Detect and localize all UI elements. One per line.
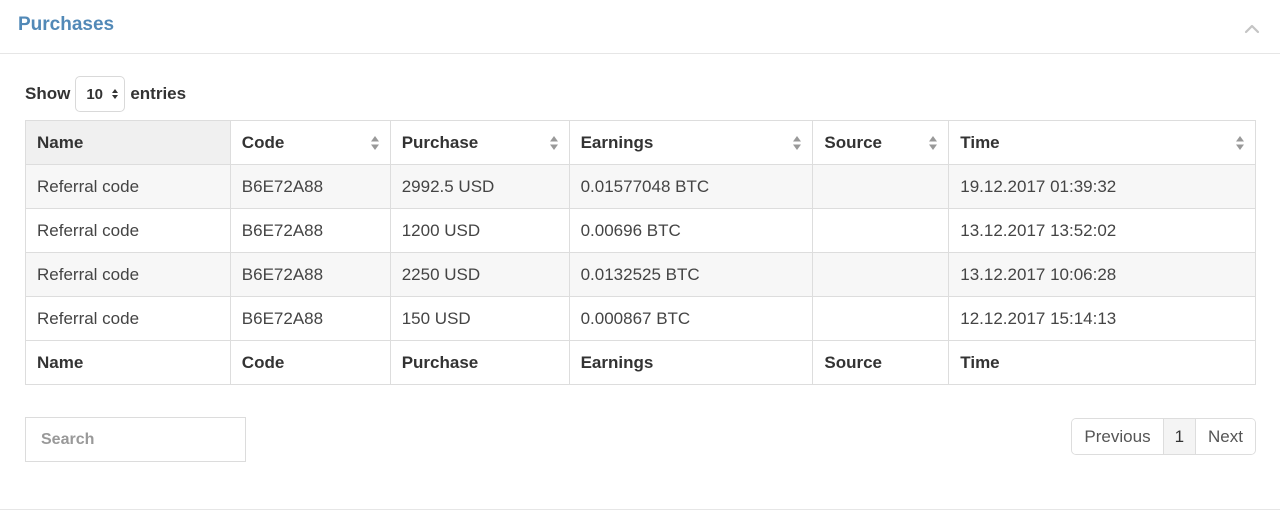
table-body: Referral code B6E72A88 2992.5 USD 0.0157… — [25, 164, 1256, 341]
cell-time: 19.12.2017 01:39:32 — [948, 164, 1256, 209]
cell-purchase: 150 USD — [389, 296, 570, 341]
cell-purchase: 2250 USD — [389, 252, 570, 297]
sort-icon — [370, 135, 379, 150]
entries-length-control: Show 10 entries — [25, 75, 186, 113]
footer-header-earnings: Earnings — [568, 340, 814, 385]
column-header-time[interactable]: Time — [948, 120, 1256, 165]
cell-time: 12.12.2017 15:14:13 — [948, 296, 1256, 341]
table-header: Name Code Purchase Earnings Source Time — [25, 120, 1256, 165]
footer-header-time: Time — [948, 340, 1256, 385]
cell-source — [812, 252, 950, 297]
panel-title: Purchases — [18, 13, 115, 35]
cell-name: Referral code — [25, 164, 231, 209]
collapse-button[interactable] — [1240, 17, 1264, 41]
select-arrows-icon — [112, 89, 119, 99]
cell-earnings: 0.00696 BTC — [568, 208, 814, 253]
cell-code: B6E72A88 — [229, 208, 391, 253]
column-header-earnings[interactable]: Earnings — [568, 120, 814, 165]
pagination: Previous 1 Next — [1071, 418, 1256, 455]
table-footer: Name Code Purchase Earnings Source Time — [25, 340, 1256, 385]
cell-purchase: 2992.5 USD — [389, 164, 570, 209]
cell-purchase: 1200 USD — [389, 208, 570, 253]
footer-header-code: Code — [229, 340, 391, 385]
chevron-up-icon — [1244, 24, 1260, 33]
cell-time: 13.12.2017 10:06:28 — [948, 252, 1256, 297]
panel-bottom-divider — [0, 509, 1280, 510]
search-input[interactable] — [25, 417, 246, 462]
entries-label: entries — [130, 84, 187, 103]
entries-per-page-select[interactable]: 10 — [75, 76, 126, 112]
column-header-code[interactable]: Code — [229, 120, 391, 165]
sort-icon — [929, 135, 938, 150]
purchases-table: Name Code Purchase Earnings Source Time … — [25, 120, 1256, 385]
cell-code: B6E72A88 — [229, 252, 391, 297]
footer-header-purchase: Purchase — [389, 340, 570, 385]
previous-page-button[interactable]: Previous — [1072, 419, 1163, 454]
next-page-button[interactable]: Next — [1195, 419, 1255, 454]
column-header-name[interactable]: Name — [25, 120, 231, 165]
cell-source — [812, 164, 950, 209]
table-row: Referral code B6E72A88 2250 USD 0.013252… — [25, 252, 1256, 297]
cell-name: Referral code — [25, 208, 231, 253]
cell-time: 13.12.2017 13:52:02 — [948, 208, 1256, 253]
table-row: Referral code B6E72A88 2992.5 USD 0.0157… — [25, 164, 1256, 209]
cell-earnings: 0.0132525 BTC — [568, 252, 814, 297]
cell-source — [812, 208, 950, 253]
sort-icon — [793, 135, 802, 150]
show-label: Show — [25, 84, 71, 103]
column-header-purchase[interactable]: Purchase — [389, 120, 570, 165]
footer-header-source: Source — [812, 340, 950, 385]
footer-header-name: Name — [25, 340, 231, 385]
cell-earnings: 0.000867 BTC — [568, 296, 814, 341]
cell-code: B6E72A88 — [229, 296, 391, 341]
column-header-source[interactable]: Source — [812, 120, 950, 165]
cell-source — [812, 296, 950, 341]
purchases-panel: Purchases Show 10 entries Name Code Purc… — [0, 0, 1280, 514]
sort-icon — [1236, 135, 1244, 150]
cell-earnings: 0.01577048 BTC — [568, 164, 814, 209]
cell-name: Referral code — [25, 252, 231, 297]
cell-name: Referral code — [25, 296, 231, 341]
table-row: Referral code B6E72A88 1200 USD 0.00696 … — [25, 208, 1256, 253]
page-1-button[interactable]: 1 — [1162, 419, 1196, 454]
sort-icon — [549, 135, 558, 150]
cell-code: B6E72A88 — [229, 164, 391, 209]
panel-header: Purchases — [0, 0, 1280, 54]
entries-per-page-value: 10 — [86, 85, 104, 103]
table-row: Referral code B6E72A88 150 USD 0.000867 … — [25, 296, 1256, 341]
